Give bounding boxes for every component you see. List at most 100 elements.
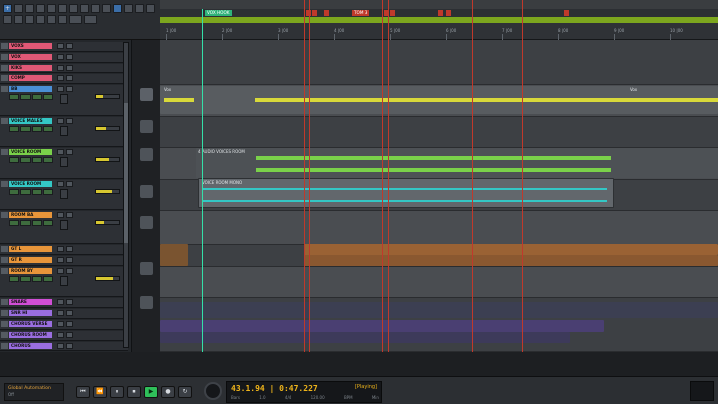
track-header[interactable]: CHORUS ROOM	[0, 331, 128, 341]
track-mini-button[interactable]	[57, 268, 64, 274]
monitor-button[interactable]	[42, 220, 53, 226]
track-name[interactable]: ROOM BY	[9, 268, 52, 274]
marker[interactable]	[312, 10, 318, 16]
track-mini-button[interactable]	[57, 54, 64, 60]
track-name[interactable]: VOX	[9, 54, 52, 60]
track-fader[interactable]	[60, 157, 68, 167]
playhead[interactable]	[202, 9, 203, 352]
record-button[interactable]	[31, 94, 42, 100]
track-name[interactable]: COMP	[9, 75, 52, 81]
track-mini-button[interactable]	[57, 118, 64, 124]
lane-room-ba[interactable]	[160, 211, 718, 245]
marker[interactable]: VOX HOOK	[205, 10, 232, 16]
stop-button[interactable]: ⏹	[127, 386, 141, 398]
marker[interactable]: TOM 3	[352, 10, 370, 16]
track-fader[interactable]	[60, 126, 68, 136]
track-mini-button[interactable]	[57, 181, 64, 187]
toolbar-button[interactable]	[14, 15, 23, 24]
track-mini-button[interactable]	[66, 65, 73, 71]
track-header[interactable]: VOICE MALES	[0, 117, 128, 147]
solo-button[interactable]	[20, 189, 31, 195]
track-mini-button[interactable]	[66, 212, 73, 218]
track-header[interactable]: VOXS	[0, 42, 128, 52]
rewind-start-button[interactable]: ⏮	[76, 386, 90, 398]
toolbar-button[interactable]	[47, 4, 56, 13]
marker[interactable]	[390, 10, 396, 16]
track-header[interactable]: COMP	[0, 74, 128, 84]
toolbar-button[interactable]	[113, 4, 122, 13]
mute-button[interactable]	[9, 220, 20, 226]
track-mini-button[interactable]	[57, 257, 64, 263]
track-mini-button[interactable]	[57, 310, 64, 316]
track-name[interactable]: VOICE ROOM	[9, 181, 52, 187]
gt-l-clip[interactable]	[304, 244, 718, 255]
vox-clip[interactable]: Vox Vox	[160, 86, 718, 114]
track-mini-button[interactable]	[66, 332, 73, 338]
track-header[interactable]: GT R	[0, 256, 128, 266]
tempo-knob[interactable]	[204, 382, 222, 400]
track-header[interactable]: VOICE ROOM	[0, 180, 128, 210]
toolbar-button[interactable]	[25, 4, 34, 13]
record-button[interactable]	[31, 126, 42, 132]
track-header[interactable]: ROOM BY	[0, 267, 128, 297]
track-mini-button[interactable]	[66, 321, 73, 327]
track-lanes[interactable]: Vox Vox 4 AUDIO VOICES ROOM VOICE ROOM M…	[160, 40, 718, 352]
track-header[interactable]: VOX	[0, 53, 128, 63]
marker-bar[interactable]: VOX HOOK TOM 3	[160, 9, 718, 17]
gt-clip-start[interactable]	[160, 244, 188, 266]
mic-icon[interactable]	[140, 185, 153, 198]
drum-icon[interactable]	[140, 296, 153, 309]
track-fader[interactable]	[60, 276, 68, 286]
track-header[interactable]: BB	[0, 85, 128, 116]
toolbar-button[interactable]	[25, 15, 34, 24]
track-mini-button[interactable]	[66, 310, 73, 316]
snare-clip[interactable]	[160, 302, 718, 318]
record-button[interactable]	[31, 189, 42, 195]
monitor-button[interactable]	[42, 126, 53, 132]
marker[interactable]	[446, 10, 452, 16]
record-button[interactable]: ●	[161, 386, 175, 398]
mute-button[interactable]	[9, 189, 20, 195]
track-mini-button[interactable]	[57, 321, 64, 327]
toolbar-button[interactable]	[135, 4, 144, 13]
toolbar-button[interactable]	[69, 4, 78, 13]
arrangement-timeline[interactable]: VOX HOOK TOM 3 80 HI 1 |002 |003 |004 |0…	[160, 0, 718, 352]
marker[interactable]	[324, 10, 330, 16]
record-button[interactable]	[31, 276, 42, 282]
toolbar-button[interactable]	[69, 15, 82, 24]
mic-icon[interactable]	[140, 148, 153, 161]
toolbar-button[interactable]	[36, 4, 45, 13]
track-name[interactable]: SNARE	[9, 299, 52, 305]
track-fader[interactable]	[60, 94, 68, 104]
toolbar-button[interactable]	[80, 4, 89, 13]
track-mini-button[interactable]	[66, 246, 73, 252]
solo-button[interactable]	[20, 157, 31, 163]
track-mini-button[interactable]	[57, 212, 64, 218]
track-mini-button[interactable]	[66, 54, 73, 60]
track-mini-button[interactable]	[66, 268, 73, 274]
track-header[interactable]: SNR HI	[0, 309, 128, 319]
track-header[interactable]: SNARE	[0, 298, 128, 308]
track-name[interactable]: KIKS	[9, 65, 52, 71]
monitor-button[interactable]	[42, 157, 53, 163]
toolbar-button[interactable]	[14, 4, 23, 13]
track-name[interactable]: VOXS	[9, 43, 52, 49]
toolbar-button[interactable]	[124, 4, 133, 13]
track-fader[interactable]	[60, 220, 68, 230]
track-header[interactable]: ROOM BA	[0, 211, 128, 244]
track-header[interactable]: CHORUS	[0, 342, 128, 351]
gt-r-clip[interactable]	[304, 255, 718, 266]
mic-icon[interactable]	[140, 216, 153, 229]
track-mini-button[interactable]	[66, 181, 73, 187]
track-name[interactable]: VOICE ROOM	[9, 149, 52, 155]
pause-button[interactable]: ⏸	[110, 386, 124, 398]
record-button[interactable]	[31, 157, 42, 163]
voice-room-clip[interactable]: 4 AUDIO VOICES ROOM	[196, 148, 718, 178]
track-mini-button[interactable]	[66, 149, 73, 155]
toolbar-button[interactable]: +	[3, 4, 12, 13]
track-name[interactable]: GT R	[9, 257, 52, 263]
track-mini-button[interactable]	[57, 149, 64, 155]
track-name[interactable]: BB	[9, 86, 52, 92]
track-name[interactable]: CHORUS VERSE	[9, 321, 52, 327]
monitor-button[interactable]	[42, 276, 53, 282]
